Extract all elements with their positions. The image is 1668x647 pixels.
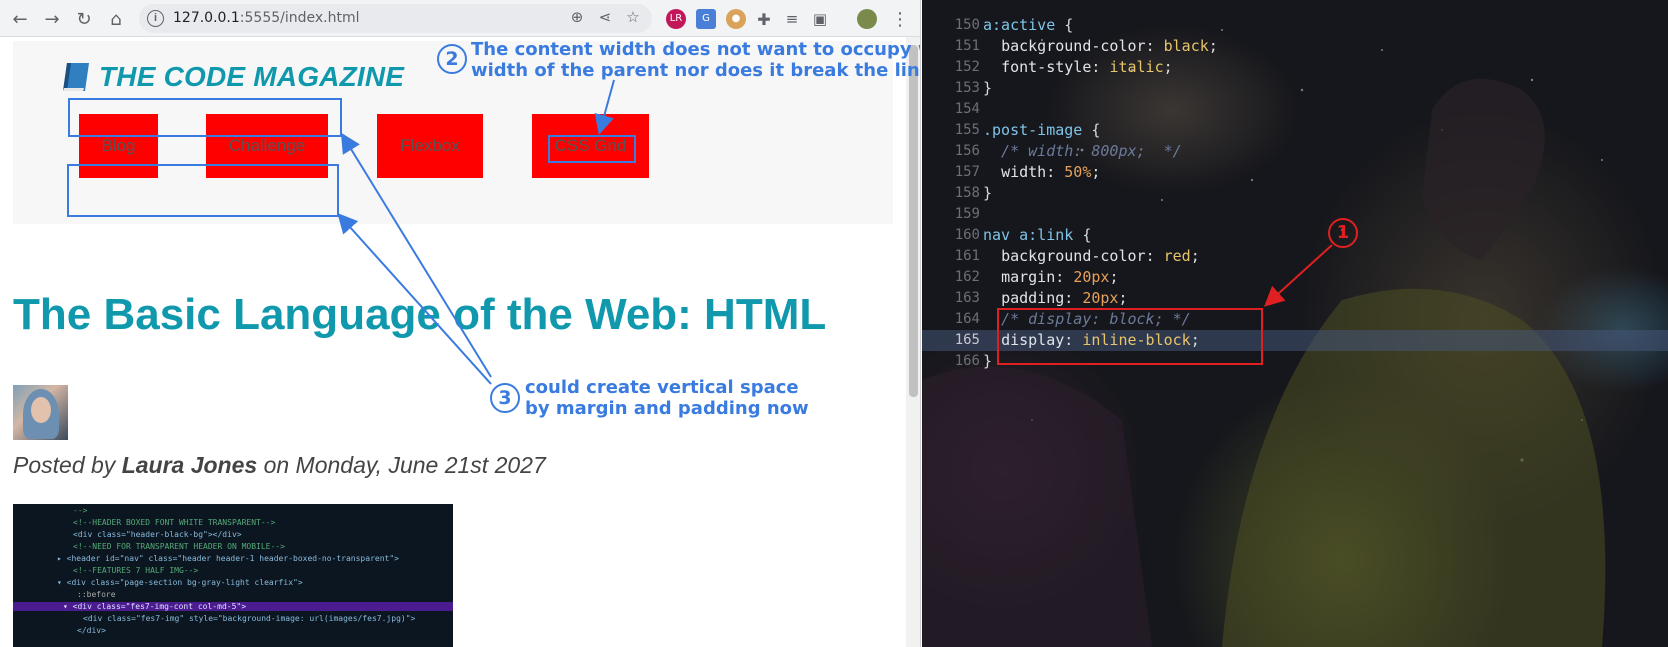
code-line[interactable]: 162 margin: 20px; bbox=[922, 267, 1668, 288]
code-text: background-color: black; bbox=[1001, 37, 1218, 55]
nav-link-css-grid[interactable]: CSS Grid bbox=[532, 114, 649, 178]
browser-menu-icon[interactable]: ⋮ bbox=[888, 7, 912, 31]
line-number: 165 bbox=[954, 332, 980, 348]
bookmark-star-icon[interactable]: ☆ bbox=[623, 8, 643, 28]
page-viewport: THE CODE MAGAZINE Blog Challenge Flexbox… bbox=[0, 37, 906, 647]
address-url: 127.0.0.1:5555/index.html bbox=[173, 10, 360, 26]
line-number: 155 bbox=[954, 122, 980, 138]
code-text: font-style: italic; bbox=[1001, 58, 1173, 76]
brand-title[interactable]: THE CODE MAGAZINE bbox=[99, 61, 404, 93]
book-icon bbox=[61, 61, 91, 93]
line-number: 159 bbox=[954, 206, 980, 222]
share-icon[interactable]: ⋖ bbox=[595, 8, 615, 28]
reload-icon[interactable]: ↻ bbox=[72, 7, 96, 31]
site-info-icon[interactable]: i bbox=[147, 10, 164, 27]
address-bar[interactable]: i 127.0.0.1:5555/index.html ⊕ ⋖ ☆ bbox=[139, 4, 652, 33]
extension-lr-icon[interactable]: LR bbox=[666, 9, 686, 29]
browser-toolbar: ← → ↻ ⌂ i 127.0.0.1:5555/index.html ⊕ ⋖ … bbox=[0, 0, 920, 37]
byline-prefix: Posted by bbox=[13, 452, 122, 478]
scrollbar-thumb[interactable] bbox=[909, 45, 918, 397]
translate-extension-icon[interactable]: G bbox=[696, 9, 716, 29]
byline-author: Laura Jones bbox=[121, 452, 258, 478]
line-number: 166 bbox=[954, 353, 980, 369]
code-text: width: 50%; bbox=[1001, 163, 1101, 181]
line-number: 153 bbox=[954, 80, 980, 96]
code-text: } bbox=[983, 352, 993, 370]
annotation-3-number: 3 bbox=[490, 383, 520, 413]
annotation-2-line-2: width of the parent nor does it break th… bbox=[471, 60, 921, 81]
code-line[interactable]: 164 /* display: block; */ bbox=[922, 309, 1668, 330]
code-line[interactable]: 159 bbox=[922, 204, 1668, 225]
code-text: padding: 20px; bbox=[1001, 289, 1128, 307]
code-line[interactable]: 157 width: 50%; bbox=[922, 162, 1668, 183]
line-number: 151 bbox=[954, 38, 980, 54]
code-line[interactable]: 152 font-style: italic; bbox=[922, 57, 1668, 78]
code-line[interactable]: 156 /* width: 800px; */ bbox=[922, 141, 1668, 162]
line-number: 164 bbox=[954, 311, 980, 327]
brand: THE CODE MAGAZINE bbox=[61, 61, 404, 93]
code-line[interactable]: 161 background-color: red; bbox=[922, 246, 1668, 267]
url-path: :5555/index.html bbox=[239, 10, 360, 26]
code-text: nav a:link { bbox=[983, 226, 1092, 244]
code-line[interactable]: 151 background-color: black; bbox=[922, 36, 1668, 57]
reading-list-icon[interactable]: ≡ bbox=[780, 7, 804, 31]
line-number: 156 bbox=[954, 143, 980, 159]
code-text: /* width: 800px; */ bbox=[983, 142, 1182, 160]
code-text: background-color: red; bbox=[1001, 247, 1200, 265]
forward-icon[interactable]: → bbox=[40, 7, 64, 31]
code-text: a:active { bbox=[983, 16, 1074, 34]
code-line[interactable]: 160 nav a:link { bbox=[922, 225, 1668, 246]
side-panel-icon[interactable]: ▣ bbox=[808, 7, 832, 31]
page-scrollbar[interactable] bbox=[906, 37, 920, 647]
zoom-icon[interactable]: ⊕ bbox=[567, 8, 587, 28]
line-number: 163 bbox=[954, 290, 980, 306]
line-number: 157 bbox=[954, 164, 980, 180]
code-line[interactable]: 155 .post-image { bbox=[922, 120, 1668, 141]
browser-window: ← → ↻ ⌂ i 127.0.0.1:5555/index.html ⊕ ⋖ … bbox=[0, 0, 921, 647]
nav-link-challenge[interactable]: Challenge bbox=[206, 114, 328, 178]
code-text: .post-image { bbox=[983, 121, 1101, 139]
annotation-2-number: 2 bbox=[437, 44, 467, 74]
line-number: 150 bbox=[954, 17, 980, 33]
code-line[interactable]: 158} bbox=[922, 183, 1668, 204]
code-text: margin: 20px; bbox=[1001, 268, 1119, 286]
annotation-3-line-2: by margin and padding now bbox=[525, 398, 809, 419]
code-editor: 150 a:active {151 background-color: black… bbox=[922, 0, 1668, 647]
code-line[interactable]: 166} bbox=[922, 351, 1668, 372]
post-byline: Posted by Laura Jones on Monday, June 21… bbox=[13, 452, 546, 479]
line-number: 152 bbox=[954, 59, 980, 75]
byline-date: on Monday, June 21st 2027 bbox=[257, 452, 546, 478]
code-line[interactable]: 165 display: inline-block; bbox=[922, 330, 1668, 351]
line-number: 161 bbox=[954, 248, 980, 264]
home-icon[interactable]: ⌂ bbox=[104, 7, 128, 31]
post-title: The Basic Language of the Web: HTML bbox=[13, 290, 827, 339]
code-text: } bbox=[983, 184, 993, 202]
cookie-extension-icon[interactable]: ● bbox=[726, 9, 746, 29]
code-text: /* display: block; */ bbox=[983, 310, 1191, 328]
code-text: } bbox=[983, 79, 993, 97]
code-line[interactable]: 153} bbox=[922, 78, 1668, 99]
author-avatar bbox=[13, 385, 68, 440]
line-number: 158 bbox=[954, 185, 980, 201]
code-line[interactable]: 154 bbox=[922, 99, 1668, 120]
line-number: 162 bbox=[954, 269, 980, 285]
extensions-puzzle-icon[interactable]: ✚ bbox=[752, 7, 776, 31]
nav-link-flexbox[interactable]: Flexbox bbox=[377, 114, 483, 178]
nav-link-blog[interactable]: Blog bbox=[79, 114, 158, 178]
code-text: display: inline-block; bbox=[1001, 331, 1200, 349]
annotation-2-line-1: The content width does not want to occup… bbox=[471, 39, 920, 60]
line-number: 160 bbox=[954, 227, 980, 243]
profile-avatar[interactable] bbox=[857, 9, 877, 29]
annotation-1-number: 1 bbox=[1328, 218, 1358, 248]
code-line[interactable]: 150 a:active { bbox=[922, 15, 1668, 36]
post-image: --> <!--HEADER BOXED FONT WHITE TRANSPAR… bbox=[13, 504, 453, 647]
annotation-3-line-1: could create vertical space bbox=[525, 377, 799, 398]
back-icon[interactable]: ← bbox=[8, 7, 32, 31]
url-host: 127.0.0.1 bbox=[173, 10, 240, 26]
line-number: 154 bbox=[954, 101, 980, 117]
code-line[interactable]: 163 padding: 20px; bbox=[922, 288, 1668, 309]
